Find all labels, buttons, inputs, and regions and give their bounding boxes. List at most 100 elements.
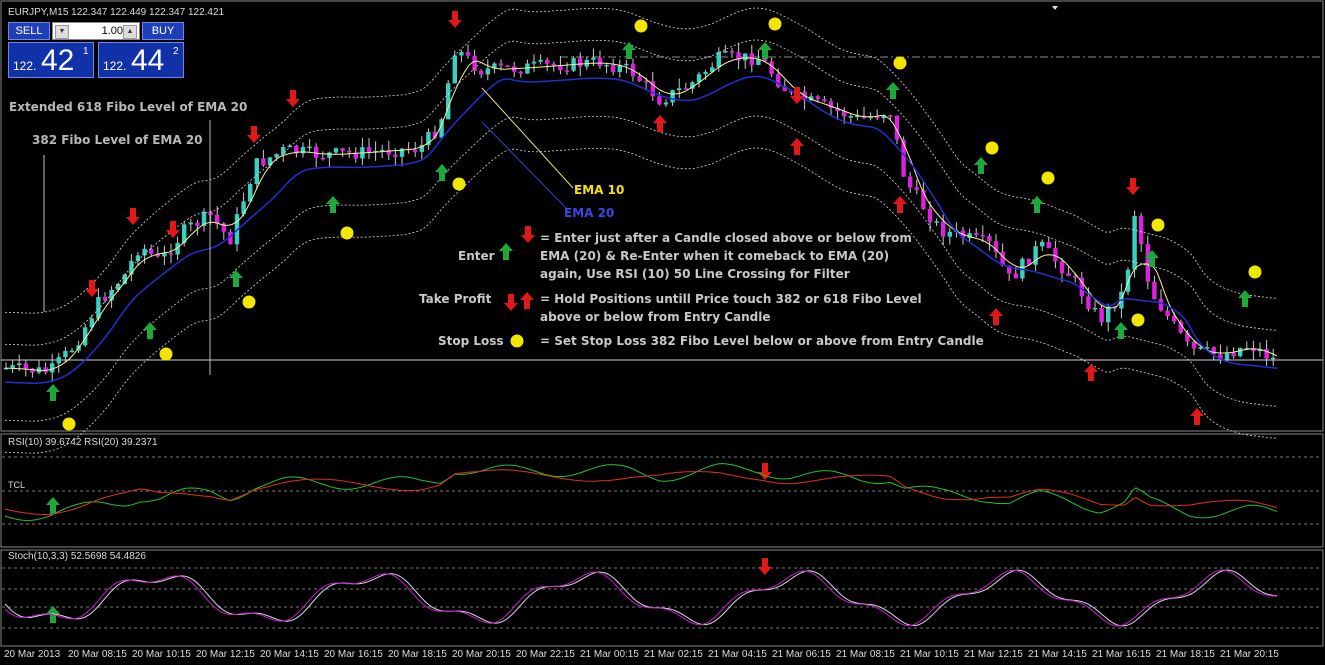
candle-body (505, 65, 510, 67)
buy-arrow-icon (435, 164, 449, 181)
candle-body (281, 147, 286, 155)
stoch-panel-frame (0, 549, 1324, 647)
candle-body (1066, 273, 1071, 276)
candle-body (670, 90, 675, 103)
candle-body (749, 53, 754, 65)
bid-price-button[interactable]: 122. 42 1 (8, 42, 94, 78)
candle-body (888, 115, 893, 117)
time-axis-label: 20 Mar 08:15 (68, 649, 127, 660)
candle-body (644, 81, 649, 83)
candle-body (498, 63, 504, 66)
candle-body (564, 70, 570, 72)
symbol-header: EURJPY,M15 122.347 122.449 122.347 122.4… (8, 7, 225, 18)
candle-body (822, 99, 827, 102)
stoch-main-line (4, 569, 1278, 627)
candle-body (69, 350, 75, 353)
buy-arrow-icon (1030, 196, 1044, 213)
candle-body (743, 53, 748, 61)
stop-loss-dot-icon (1248, 265, 1262, 279)
candle-body (340, 148, 345, 151)
bid-big: 42 (41, 44, 75, 77)
candle-body (578, 58, 583, 67)
candle-body (366, 147, 372, 153)
candle-body (327, 152, 332, 158)
candle-body (927, 209, 933, 223)
lot-decrease-icon[interactable]: ▼ (55, 25, 69, 39)
candle-body (531, 61, 537, 64)
candle-body (769, 61, 774, 75)
candle-body (1224, 352, 1230, 360)
bid-prefix: 122. (13, 59, 37, 73)
candle-body (1271, 357, 1276, 360)
time-axis-label: 21 Mar 02:15 (644, 649, 703, 660)
take-profit-up-icon (1084, 364, 1098, 381)
candle-body (848, 116, 853, 118)
ema10-pointer-line (481, 87, 574, 189)
candle-body (215, 214, 220, 224)
enter-text-3: again, Use RSI (10) 50 Line Crossing for… (540, 267, 850, 281)
tp-text-2: above or below from Entry Candle (540, 310, 771, 324)
stop-loss-dot-icon (62, 417, 76, 431)
buy-arrow-icon (143, 322, 157, 339)
candle-body (947, 231, 952, 237)
candle-body (1092, 307, 1098, 310)
one-click-trading-panel: SELL ▼ 1.00 ▲ BUY 122. 42 1 122. 44 2 (8, 22, 184, 78)
rsi-tcl-label: TCL (8, 480, 26, 490)
candle-body (50, 363, 55, 373)
candle-body (1185, 332, 1190, 342)
candle-body (63, 351, 68, 358)
stop-loss-label: Stop Loss (438, 334, 504, 348)
stop-loss-dot-icon (768, 17, 782, 31)
time-axis-label: 20 Mar 2013 (4, 649, 61, 660)
sell-button[interactable]: SELL (8, 22, 50, 40)
candle-body (479, 70, 484, 75)
buy-button[interactable]: BUY (142, 22, 184, 40)
ask-price-button[interactable]: 122. 44 2 (98, 42, 184, 78)
candle-body (624, 63, 629, 66)
candle-body (168, 253, 174, 255)
ask-big: 44 (131, 44, 165, 77)
candle-body (149, 248, 154, 254)
time-axis-label: 21 Mar 06:15 (772, 649, 831, 660)
lot-size-input[interactable]: ▼ 1.00 ▲ (52, 22, 140, 40)
rsi10-line (4, 463, 1278, 522)
main-panel-frame (0, 0, 1324, 432)
time-axis-label: 21 Mar 00:15 (580, 649, 639, 660)
candle-body (604, 64, 609, 67)
sell-arrow-icon (790, 87, 804, 104)
rsi20-line (4, 469, 1278, 515)
take-profit-up-icon (790, 138, 804, 155)
sell-arrow-icon (166, 221, 180, 238)
stoch-signal-line (4, 569, 1278, 627)
candle-body (56, 357, 61, 364)
candle-body (347, 150, 352, 153)
buy-arrow-icon (499, 243, 513, 260)
candle-body (1152, 281, 1157, 300)
candle-body (657, 96, 662, 105)
time-axis-label: 21 Mar 14:15 (1028, 649, 1087, 660)
buy-arrow-icon (886, 82, 900, 99)
lot-value: 1.00 (101, 25, 123, 37)
time-axis-label: 20 Mar 14:15 (260, 649, 319, 660)
candle-body (485, 68, 490, 75)
candle-body (551, 63, 556, 66)
fibo-382-annotation: 382 Fibo Level of EMA 20 (32, 133, 203, 147)
ask-prefix: 122. (103, 59, 127, 73)
candle-body (908, 176, 913, 188)
candle-body (597, 57, 603, 67)
tp-text-1: = Hold Positions untill Price touch 382 … (540, 292, 922, 306)
candle-body (1165, 310, 1170, 316)
candle-body (1053, 248, 1058, 262)
candle-body (320, 157, 325, 160)
lot-increase-icon[interactable]: ▲ (123, 25, 137, 39)
stop-loss-dot-icon (893, 56, 907, 70)
time-axis-label: 21 Mar 08:15 (836, 649, 895, 660)
take-profit-up-icon (893, 196, 907, 213)
stop-loss-dot-icon (510, 334, 524, 348)
rsi-header: RSI(10) 39.6742 RSI(20) 39.2371 (8, 437, 158, 448)
ema10-annotation: EMA 10 (574, 183, 625, 197)
candle-body (591, 57, 596, 60)
time-axis-label: 20 Mar 20:15 (452, 649, 511, 660)
candle-body (446, 83, 451, 120)
sell-arrow-icon (126, 208, 140, 225)
